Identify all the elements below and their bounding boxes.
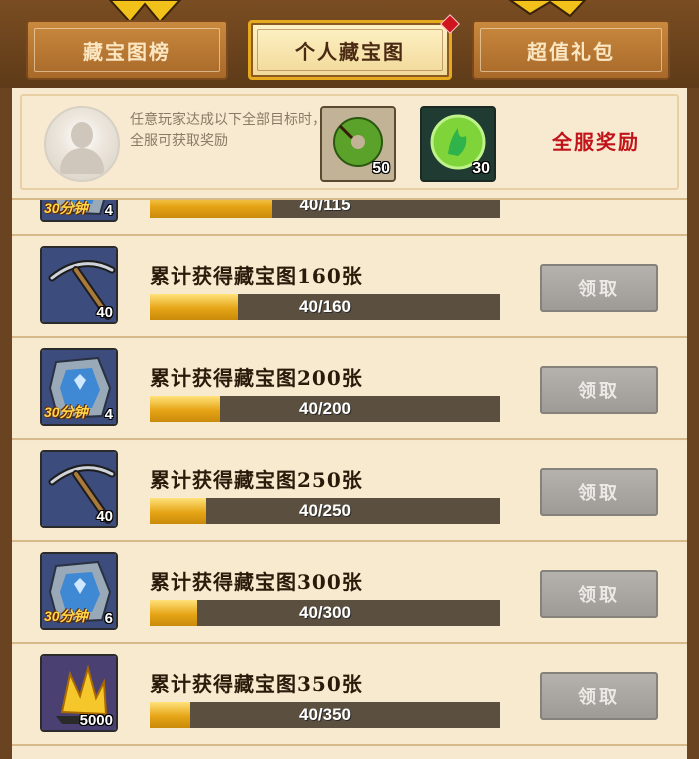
claim-button[interactable]: 领取 <box>540 672 658 720</box>
ornament-icon-right <box>508 0 587 18</box>
progress-text: 40/160 <box>299 297 351 316</box>
task-title: 累计获得藏宝图350张 <box>150 672 363 696</box>
ornament-icon <box>108 0 182 22</box>
tab-treasure-ranking[interactable]: 藏宝图榜 <box>26 20 228 80</box>
item-count: 4 <box>104 406 113 423</box>
claim-button[interactable]: 领取 <box>540 264 658 312</box>
progress-bar: 40/350 <box>150 702 500 728</box>
task-title: 累计获得藏宝图160张 <box>150 264 363 288</box>
progress-bar: 40/300 <box>150 600 500 626</box>
task-title: 累计获得藏宝图300张 <box>150 570 363 594</box>
duration-badge: 30分钟 <box>44 200 88 216</box>
list-item: 5000 累计获得藏宝图350张 40/350 领取 <box>12 646 687 746</box>
avatar <box>44 106 120 182</box>
progress-text: 40/200 <box>299 399 351 418</box>
map-stone-icon: 30分钟 6 <box>40 552 118 630</box>
tab-value-gift-pack[interactable]: 超值礼包 <box>472 20 670 80</box>
right-border <box>687 88 699 759</box>
claim-button[interactable]: 领取 <box>540 366 658 414</box>
tab-label: 个人藏宝图 <box>295 39 405 64</box>
list-item: 30分钟 4 累计获得藏宝图200张 40/200 领取 <box>12 340 687 440</box>
tab-label: 超值礼包 <box>527 39 615 64</box>
item-count: 40 <box>96 508 113 525</box>
progress-bar: 40/160 <box>150 294 500 320</box>
progress-text: 40/250 <box>299 501 351 520</box>
left-border <box>0 88 12 759</box>
task-title: 累计获得藏宝图250张 <box>150 468 363 492</box>
map-stone-icon: 30分钟 4 <box>40 348 118 426</box>
item-count: 5000 <box>79 712 113 729</box>
duration-badge: 30分钟 <box>44 608 88 624</box>
progress-bar: 40/200 <box>150 396 500 422</box>
green-flame-orb-icon[interactable]: 30 <box>420 106 496 182</box>
claim-button[interactable]: 领取 <box>540 570 658 618</box>
content-panel: 30分钟 4 40/115 40 累计获得藏宝图160张 40/160 领取 3… <box>12 88 687 759</box>
pickaxe-icon: 40 <box>40 450 118 528</box>
reward-count: 30 <box>472 160 490 177</box>
list-item: 40 累计获得藏宝图250张 40/250 领取 <box>12 442 687 542</box>
progress-bar: 40/250 <box>150 498 500 524</box>
list-item: 30分钟 6 累计获得藏宝图300张 40/300 领取 <box>12 544 687 644</box>
pickaxe-icon: 40 <box>40 246 118 324</box>
claim-button[interactable]: 领取 <box>540 468 658 516</box>
gold-crystal-icon: 5000 <box>40 654 118 732</box>
duration-badge: 30分钟 <box>44 404 88 420</box>
goal-description: 任意玩家达成以下全部目标时，全服可获取奖励 <box>130 112 326 149</box>
tab-personal-treasure-map[interactable]: 个人藏宝图 <box>248 14 460 80</box>
item-count: 6 <box>104 610 113 627</box>
item-count: 40 <box>96 304 113 321</box>
progress-text: 40/300 <box>299 603 351 622</box>
global-reward-label: 全服奖励 <box>552 130 640 154</box>
list-item: 40 累计获得藏宝图160张 40/160 领取 <box>12 238 687 338</box>
jade-disc-icon[interactable]: 50 <box>320 106 396 182</box>
reward-count: 50 <box>372 160 390 177</box>
task-title: 累计获得藏宝图200张 <box>150 366 363 390</box>
progress-text: 40/350 <box>299 705 351 724</box>
tab-label: 藏宝图榜 <box>83 39 171 64</box>
server-goal-header: 任意玩家达成以下全部目标时，全服可获取奖励 50 30 全服奖励 <box>12 88 687 200</box>
item-count: 4 <box>104 202 113 219</box>
